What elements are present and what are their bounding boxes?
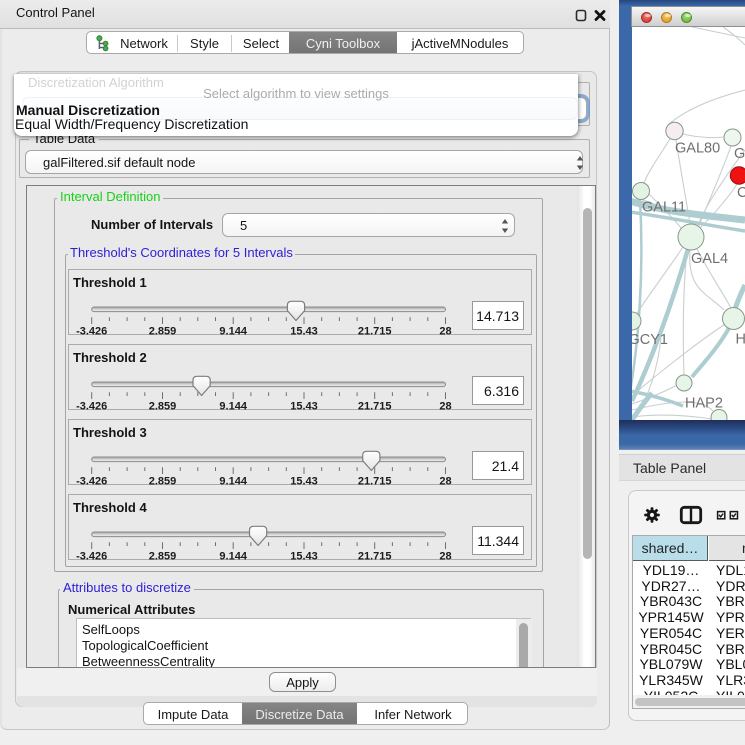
svg-text:HAP2: HAP2 bbox=[685, 396, 723, 412]
svg-text:GAL80: GAL80 bbox=[675, 141, 720, 157]
svg-text:2.859: 2.859 bbox=[149, 476, 177, 488]
svg-text:2.859: 2.859 bbox=[149, 401, 177, 413]
svg-text:GAL3: GAL3 bbox=[734, 146, 745, 162]
svg-text:28: 28 bbox=[439, 401, 451, 413]
svg-text:15.43: 15.43 bbox=[290, 401, 318, 413]
svg-text:21.715: 21.715 bbox=[358, 401, 392, 413]
svg-text:15.43: 15.43 bbox=[290, 326, 318, 338]
svg-text:9.144: 9.144 bbox=[219, 476, 247, 488]
svg-text:GAL11: GAL11 bbox=[642, 200, 686, 216]
svg-text:2.859: 2.859 bbox=[149, 551, 177, 563]
svg-text:9.144: 9.144 bbox=[219, 401, 247, 413]
svg-text:GCY1: GCY1 bbox=[632, 332, 668, 348]
svg-text:28: 28 bbox=[439, 326, 451, 338]
svg-text:28: 28 bbox=[439, 551, 451, 563]
svg-text:GAL4: GAL4 bbox=[691, 251, 728, 267]
svg-text:9.144: 9.144 bbox=[219, 551, 247, 563]
svg-text:15.43: 15.43 bbox=[290, 476, 318, 488]
svg-text:HIS4: HIS4 bbox=[736, 332, 745, 348]
svg-text:2.859: 2.859 bbox=[149, 326, 177, 338]
svg-text:9.144: 9.144 bbox=[219, 326, 247, 338]
svg-text:21.715: 21.715 bbox=[358, 326, 392, 338]
svg-text:CYC: CYC bbox=[737, 185, 745, 201]
svg-text:-3.426: -3.426 bbox=[76, 326, 107, 338]
svg-text:-3.426: -3.426 bbox=[76, 401, 107, 413]
svg-text:28: 28 bbox=[439, 476, 451, 488]
svg-text:-3.426: -3.426 bbox=[76, 551, 107, 563]
svg-text:-3.426: -3.426 bbox=[76, 476, 107, 488]
svg-text:15.43: 15.43 bbox=[290, 551, 318, 563]
svg-text:21.715: 21.715 bbox=[358, 476, 392, 488]
svg-text:21.715: 21.715 bbox=[358, 551, 392, 563]
